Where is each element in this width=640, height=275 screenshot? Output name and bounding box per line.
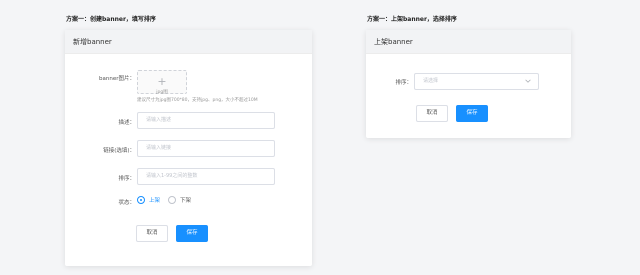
radio-label: 上架: [149, 198, 161, 204]
publish-banner-card: 上架banner 排序： 请选择 取消 保存: [366, 30, 571, 138]
order-label: 排序：: [118, 176, 135, 182]
link-label: 链接(选填)：: [103, 148, 135, 154]
desc-label: 描述：: [118, 120, 135, 126]
status-radio-on[interactable]: 上架: [137, 196, 160, 204]
image-label: banner图片：: [99, 76, 135, 82]
order-select[interactable]: 请选择: [414, 73, 539, 90]
card-title: 上架banner: [366, 30, 571, 54]
cancel-button[interactable]: 取消: [416, 105, 448, 122]
right-section-title: 方案一：上架banner，选择排序: [367, 16, 457, 23]
select-placeholder: 请选择: [423, 78, 439, 84]
upload-text: jpg图: [156, 90, 168, 95]
status-label: 状态：: [118, 200, 135, 206]
status-radio-off[interactable]: 下架: [168, 196, 191, 204]
order-label: 排序：: [395, 80, 412, 86]
chevron-down-icon: [525, 79, 531, 83]
link-input[interactable]: 请输入链接: [137, 140, 275, 157]
add-banner-card: 新增banner banner图片： + jpg图 建议尺寸为jpg图700*8…: [65, 30, 312, 266]
save-button[interactable]: 保存: [176, 225, 208, 242]
order-input[interactable]: 请输入1-99之间的整数: [137, 168, 275, 185]
plus-icon: +: [157, 75, 167, 88]
image-upload[interactable]: + jpg图: [137, 70, 187, 95]
radio-selected-icon: [137, 196, 145, 204]
desc-input[interactable]: 请输入描述: [137, 112, 275, 129]
save-button[interactable]: 保存: [456, 105, 488, 122]
cancel-button[interactable]: 取消: [136, 225, 168, 242]
upload-hint: 建议尺寸为jpg图700*80，支持jpg、png，大小不超过10M: [137, 98, 258, 103]
radio-label: 下架: [180, 198, 192, 204]
card-title: 新增banner: [65, 30, 312, 54]
left-section-title: 方案一：创建banner，填写排序: [66, 16, 156, 23]
radio-unselected-icon: [168, 196, 176, 204]
